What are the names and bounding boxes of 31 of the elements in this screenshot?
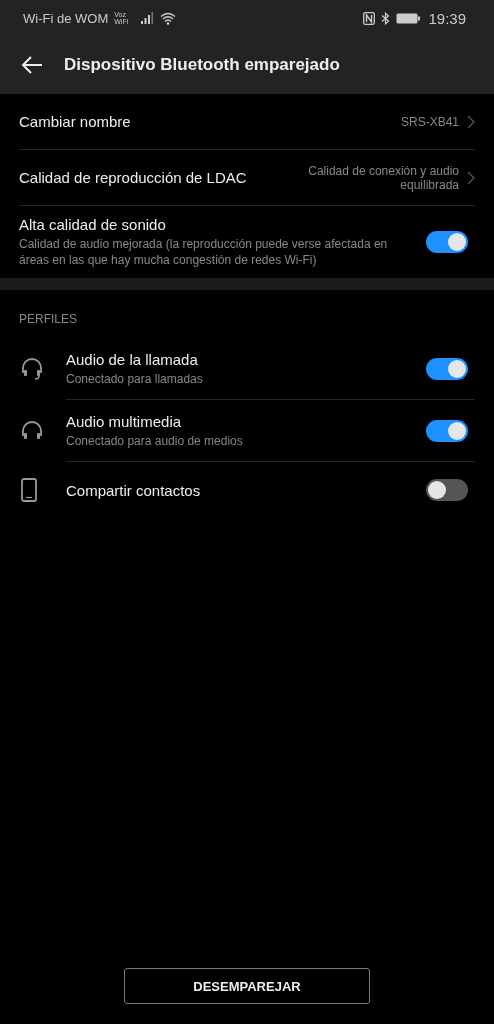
setting-description: Calidad de audio mejorada (la reproducción puede verse afectada en áreas en las que hay mucha congestión de redes Wi-Fi) (19, 236, 389, 268)
nfc-icon (363, 11, 376, 25)
section-heading: PERFILES (18, 311, 79, 328)
profile-status: Conectado para llamadas (66, 370, 204, 387)
chevron-icon[interactable] (467, 114, 475, 129)
toggle-switch[interactable] (426, 231, 468, 253)
setting-value: SRS-XB41 (400, 114, 459, 129)
page-title: Dispositivo Bluetooth emparejado (64, 55, 340, 75)
setting-label: Alta calidad de sonido (19, 216, 167, 233)
toggle-switch[interactable] (426, 479, 468, 501)
back-arrow-icon[interactable] (20, 55, 44, 75)
bluetooth-icon (381, 11, 391, 25)
clock-time: 19:39 (428, 9, 466, 27)
profile-label: Compartir contactos (66, 481, 202, 499)
setting-label[interactable]: Cambiar nombre (19, 113, 393, 130)
headset-icon (21, 357, 43, 381)
toggle-switch[interactable] (426, 357, 468, 380)
profile-label: Audio de la llamada (66, 350, 199, 368)
chevron-icon[interactable] (467, 170, 475, 185)
phone-icon (21, 478, 37, 502)
profile-label: Audio multimedia (66, 412, 183, 430)
battery-icon (396, 12, 421, 24)
carrier-text: Wi-Fi de WOM (23, 10, 109, 26)
profile-status: Conectado para audio de medios (66, 432, 244, 449)
signal-icon (140, 12, 155, 24)
toggle-switch[interactable] (426, 419, 468, 442)
setting-label[interactable]: Calidad de reproducción de LDAC (19, 169, 271, 186)
headphones-icon (21, 420, 43, 442)
wifi-icon (160, 11, 177, 25)
setting-value: Calidad de conexión y audio equilibrada (307, 163, 459, 192)
unpair-button[interactable]: DESEMPAREJAR (124, 968, 370, 1004)
